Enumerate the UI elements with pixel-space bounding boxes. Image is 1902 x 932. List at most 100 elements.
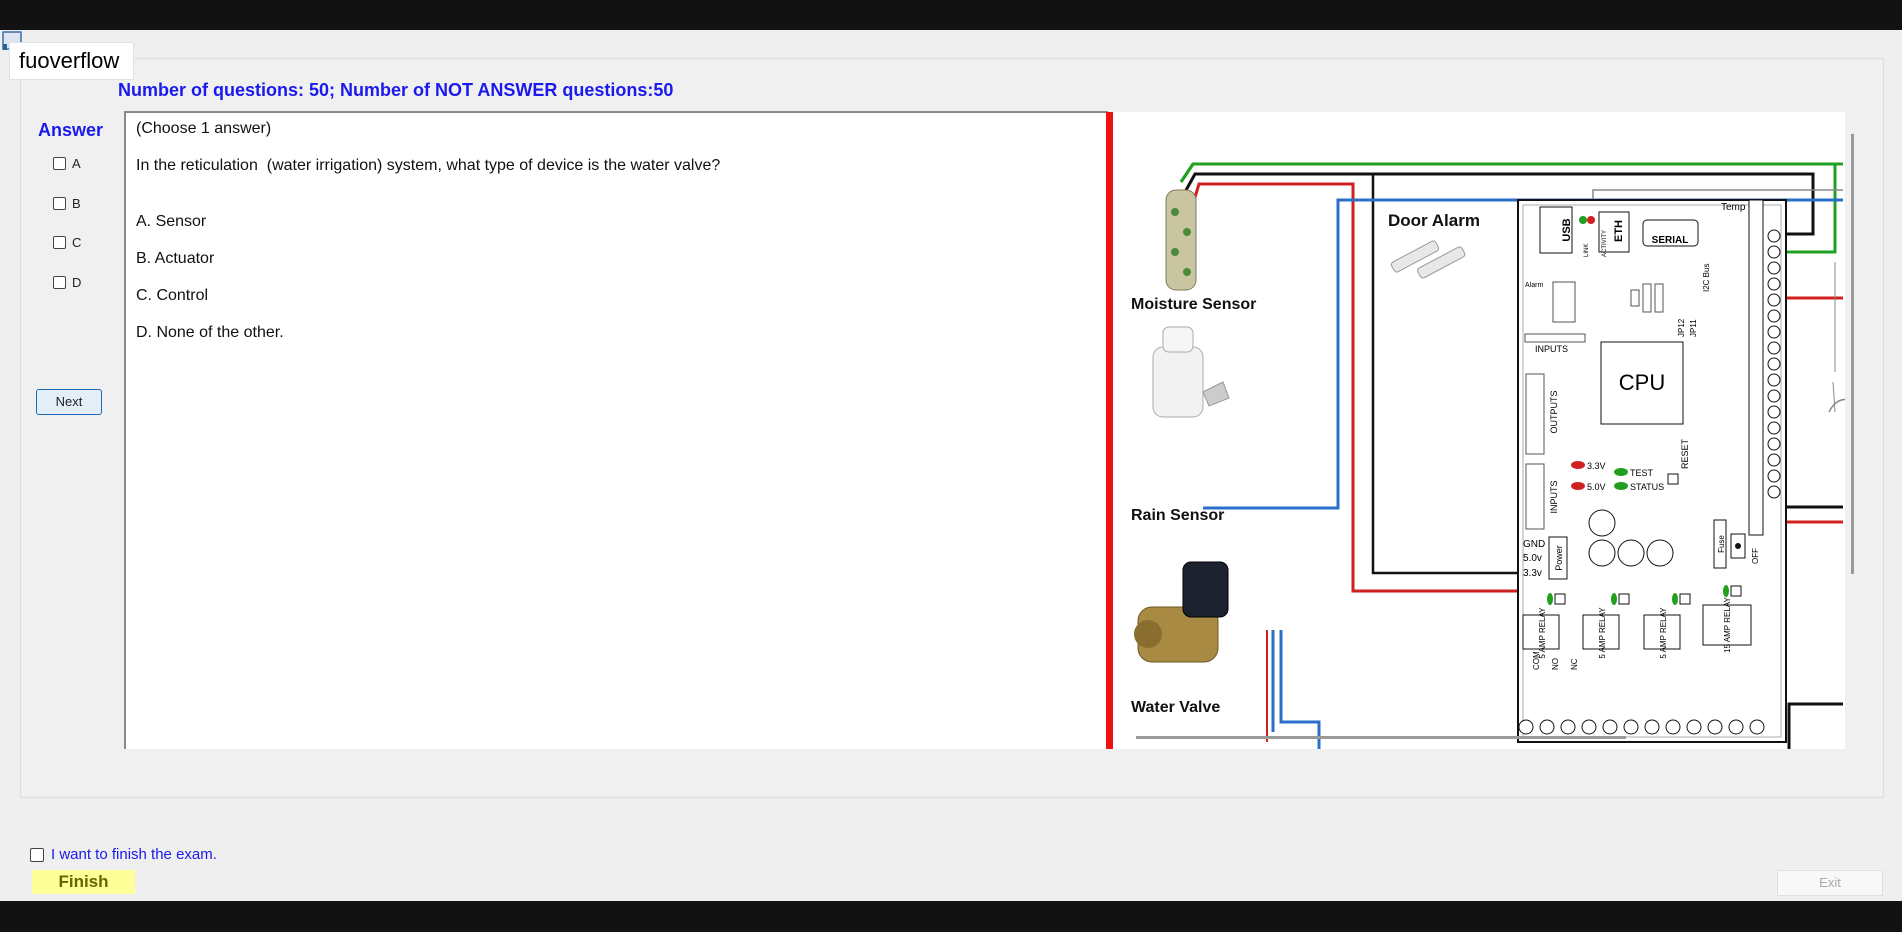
- diagram-panel: Moisture Sensor Rain Sensor Water Valve …: [1113, 112, 1845, 749]
- horizontal-scroll-thumb[interactable]: [1136, 736, 1626, 739]
- choice-c: C. Control: [136, 287, 209, 304]
- answer-option-label: B: [72, 196, 81, 211]
- eth-label: ETH: [1613, 220, 1625, 242]
- side-terminal-screw: [1767, 389, 1781, 403]
- side-terminal-screw: [1767, 437, 1781, 451]
- question-count: Number of questions: 50; Number of NOT A…: [118, 80, 674, 100]
- temp-label: Temp: [1721, 202, 1746, 213]
- moisture-sensor-image: [1165, 189, 1197, 291]
- irrigation-diagram: Moisture Sensor Rain Sensor Water Valve …: [1131, 162, 1845, 749]
- answer-option-a[interactable]: A: [53, 156, 81, 171]
- side-terminal-screw: [1767, 293, 1781, 307]
- door-alarm-image: [1390, 240, 1466, 279]
- finish-button[interactable]: Finish: [32, 870, 135, 894]
- gnd-label: GND: [1523, 539, 1545, 550]
- terminal-screw: [1560, 719, 1576, 735]
- power-label: Power: [1554, 545, 1564, 571]
- activity-label: ACTIVITY: [1602, 230, 1608, 257]
- checkbox-b[interactable]: [53, 197, 66, 210]
- side-terminal-screw: [1767, 277, 1781, 291]
- side-terminal-screw: [1767, 421, 1781, 435]
- side-terminal-screw: [1767, 309, 1781, 323]
- relay-2-label: 5 AMP RELAY: [1598, 607, 1607, 659]
- off-label: OFF: [1751, 548, 1760, 564]
- checkbox-a[interactable]: [53, 157, 66, 170]
- relay-1-label: 5 AMP RELAY: [1538, 607, 1547, 659]
- side-terminal-screw: [1767, 469, 1781, 483]
- v50-label: 5.0V: [1587, 482, 1606, 492]
- door-alarm-label: Door Alarm: [1388, 211, 1480, 230]
- vertical-scroll-thumb[interactable]: [1851, 134, 1854, 574]
- status-label: STATUS: [1630, 482, 1664, 492]
- choice-b: B. Actuator: [136, 250, 215, 267]
- test-label: TEST: [1630, 468, 1654, 478]
- side-terminal-screw: [1767, 341, 1781, 355]
- question-text: In the reticulation (water irrigation) s…: [136, 157, 721, 174]
- choice-a: A. Sensor: [136, 213, 207, 230]
- relay-4-label: 15 AMP RELAY: [1723, 596, 1732, 652]
- side-terminal-screw: [1767, 373, 1781, 387]
- terminal-screw: [1728, 719, 1744, 735]
- terminal-com-label: COM: [1532, 651, 1541, 670]
- answer-option-c[interactable]: C: [53, 235, 81, 250]
- answer-label: Answer: [38, 120, 104, 140]
- checkbox-d[interactable]: [53, 276, 66, 289]
- reset-label: RESET: [1680, 438, 1690, 469]
- terminal-screw: [1707, 719, 1723, 735]
- water-valve-label: Water Valve: [1131, 699, 1220, 716]
- p33-label: 3.3v: [1523, 568, 1542, 579]
- jp11-label: JP11: [1689, 319, 1698, 337]
- rain-sensor-label: Rain Sensor: [1131, 507, 1224, 524]
- answer-option-label: D: [72, 275, 82, 290]
- moisture-sensor-label: Moisture Sensor: [1131, 296, 1256, 313]
- answer-option-label: C: [72, 235, 82, 250]
- side-terminal-screw: [1767, 453, 1781, 467]
- finish-exam-checkbox-label: I want to finish the exam.: [51, 846, 217, 863]
- jp12-label: JP12: [1677, 318, 1686, 337]
- terminal-screw: [1602, 719, 1618, 735]
- rain-sensor-image: [1152, 326, 1230, 418]
- outputs-label: OUTPUTS: [1549, 390, 1559, 433]
- side-terminal-screw: [1767, 357, 1781, 371]
- side-terminal-screw: [1767, 325, 1781, 339]
- cpu-label: CPU: [1619, 370, 1665, 395]
- controller-board: USB ETH SERIAL Temp LINK ACTIVITY Alarm …: [1517, 199, 1787, 743]
- exam-window: fuoverflow Number of questions: 50; Numb…: [0, 30, 1902, 901]
- inputs2-label: INPUTS: [1549, 480, 1559, 513]
- terminal-no-label: NO: [1551, 658, 1560, 670]
- answer-option-label: A: [72, 156, 81, 171]
- side-terminal-screw: [1767, 229, 1781, 243]
- answer-option-d[interactable]: D: [53, 275, 81, 290]
- fuse-label: Fuse: [1717, 535, 1726, 553]
- alarm-label: Alarm: [1525, 282, 1543, 289]
- terminal-nc-label: NC: [1570, 658, 1579, 670]
- terminal-screw: [1539, 719, 1555, 735]
- serial-label: SERIAL: [1652, 235, 1689, 246]
- side-terminal-screw: [1767, 485, 1781, 499]
- checkbox-c[interactable]: [53, 236, 66, 249]
- exit-button[interactable]: Exit: [1777, 870, 1883, 896]
- terminal-screw: [1749, 719, 1765, 735]
- finish-exam-checkbox-box[interactable]: [30, 847, 44, 862]
- vertical-scrollbar[interactable]: [1845, 114, 1863, 749]
- usb-label: USB: [1561, 218, 1573, 241]
- terminal-screw: [1644, 719, 1660, 735]
- next-button[interactable]: Next: [36, 389, 102, 415]
- terminal-screw: [1581, 719, 1597, 735]
- i2c-label: I2C Bus: [1702, 264, 1711, 292]
- relay-3-label: 5 AMP RELAY: [1659, 607, 1668, 659]
- finish-exam-checkbox[interactable]: I want to finish the exam.: [30, 846, 217, 863]
- window-title: fuoverflow: [9, 42, 135, 80]
- p50-label: 5.0v: [1523, 553, 1542, 564]
- panel-splitter[interactable]: [1106, 112, 1113, 749]
- choice-d: D. None of the other.: [136, 324, 284, 341]
- water-valve-image: [1134, 561, 1229, 663]
- question-panel: (Choose 1 answer) In the reticulation (w…: [124, 111, 1108, 749]
- inputs-label: INPUTS: [1535, 344, 1568, 354]
- terminal-screw: [1686, 719, 1702, 735]
- terminal-screw: [1623, 719, 1639, 735]
- answer-option-b[interactable]: B: [53, 196, 81, 211]
- side-terminal-screw: [1767, 405, 1781, 419]
- link-label: LINK: [1584, 244, 1590, 257]
- v33-label: 3.3V: [1587, 461, 1606, 471]
